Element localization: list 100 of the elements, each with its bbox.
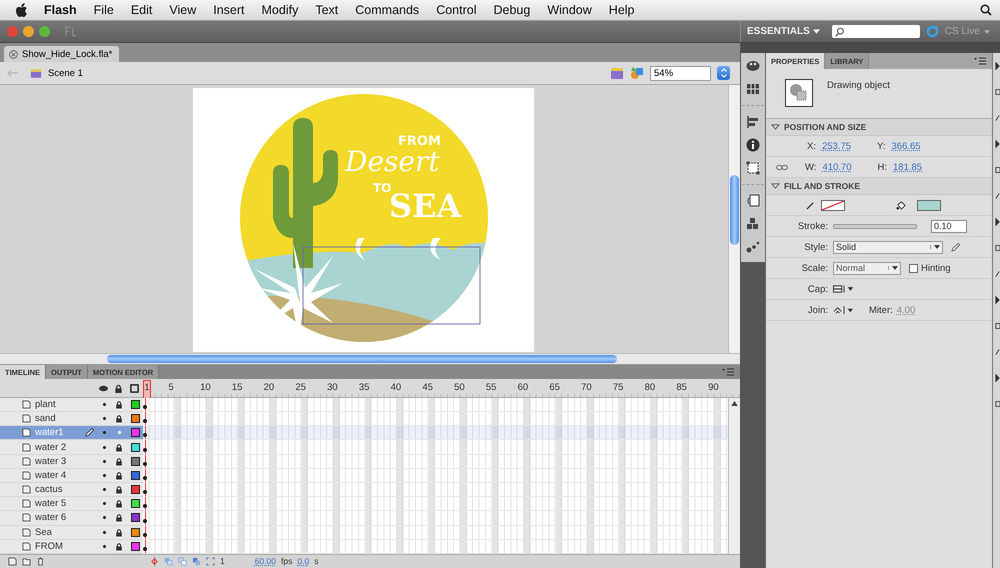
help-search-field[interactable]	[832, 25, 920, 38]
tool-icon[interactable]	[995, 347, 1000, 357]
scroll-up-arrow-icon[interactable]	[731, 400, 738, 406]
tool-icon[interactable]	[995, 321, 1000, 331]
section-header[interactable]: POSITION AND SIZE	[766, 119, 992, 136]
visibility-dot[interactable]	[103, 530, 106, 534]
lock-icon[interactable]	[115, 485, 123, 494]
align-icon[interactable]	[746, 115, 760, 129]
join-dropdown[interactable]	[833, 306, 855, 314]
hinting-checkbox[interactable]	[909, 264, 918, 272]
keyframe[interactable]	[143, 490, 147, 494]
tool-icon[interactable]	[995, 295, 1000, 305]
edit-scene-icon[interactable]	[610, 66, 624, 80]
fill-color-swatch[interactable]	[917, 200, 941, 210]
menu-item[interactable]: Commands	[355, 3, 420, 17]
visibility-dot[interactable]	[103, 516, 106, 520]
visibility-dot[interactable]	[103, 544, 106, 548]
transform-icon[interactable]	[746, 161, 760, 175]
layer-color-swatch[interactable]	[131, 513, 140, 522]
outline-icon[interactable]	[130, 384, 139, 394]
visibility-dot[interactable]	[103, 446, 106, 449]
scene-label[interactable]: Scene 1	[48, 68, 83, 78]
layer-color-swatch[interactable]	[131, 499, 140, 508]
menu-item[interactable]: File	[94, 3, 114, 17]
menu-item[interactable]: Control	[436, 3, 476, 17]
lock-icon[interactable]	[115, 456, 123, 466]
new-layer-icon[interactable]	[8, 556, 17, 566]
layer-color-swatch[interactable]	[131, 400, 140, 410]
tool-icon[interactable]	[995, 399, 1000, 409]
layer-color-swatch[interactable]	[131, 485, 140, 494]
width-value[interactable]: 410.70	[822, 162, 852, 172]
document-tab[interactable]: Show_Hide_Lock.fla*	[4, 46, 120, 62]
stroke-color-swatch[interactable]	[821, 200, 845, 210]
tool-icon[interactable]	[995, 61, 1000, 71]
dots-icon[interactable]	[746, 240, 760, 254]
zoom-field[interactable]: 54%	[650, 66, 711, 80]
unlocked-dot[interactable]	[118, 431, 121, 434]
keyframe[interactable]	[143, 462, 147, 466]
lock-icon[interactable]	[115, 400, 123, 410]
lock-icon[interactable]	[115, 528, 123, 537]
section-header[interactable]: FILL AND STROKE	[766, 178, 992, 195]
menu-item[interactable]: Modify	[262, 3, 298, 17]
layer-row[interactable]: Sea	[0, 526, 143, 540]
vertical-scrollbar[interactable]	[728, 398, 740, 554]
keyframe[interactable]	[143, 433, 147, 438]
close-icon[interactable]	[9, 50, 18, 58]
tool-icon[interactable]	[995, 87, 1000, 97]
minimize-button[interactable]	[23, 26, 34, 37]
layer-color-swatch[interactable]	[131, 528, 140, 537]
layer-color-swatch[interactable]	[131, 456, 140, 466]
trash-icon[interactable]	[36, 556, 45, 566]
layer-color-swatch[interactable]	[131, 428, 140, 438]
workspace-switcher[interactable]: ESSENTIALS	[740, 21, 826, 42]
tool-icon[interactable]	[995, 191, 1000, 201]
current-frame[interactable]: 1	[220, 556, 225, 566]
layer-color-swatch[interactable]	[131, 470, 140, 480]
scale-dropdown[interactable]: Normal	[833, 262, 901, 274]
markers-icon[interactable]	[206, 556, 215, 566]
panel-menu-icon[interactable]	[974, 57, 986, 65]
folder-icon[interactable]	[22, 556, 31, 566]
cubes-icon[interactable]	[746, 217, 760, 231]
info-icon[interactable]	[746, 138, 760, 152]
layer-row[interactable]: water 3	[0, 454, 143, 469]
visibility-dot[interactable]	[103, 488, 106, 492]
lock-icon[interactable]	[115, 414, 123, 424]
layer-row[interactable]: water 4	[0, 468, 143, 483]
keyframe[interactable]	[143, 532, 147, 537]
panel-menu-icon[interactable]	[722, 368, 734, 376]
tool-icon[interactable]	[995, 113, 1000, 123]
edit-frames-icon[interactable]	[192, 556, 201, 566]
swatches-icon[interactable]	[746, 82, 760, 96]
style-dropdown[interactable]: Solid	[833, 240, 943, 254]
menu-item[interactable]: Debug	[493, 3, 530, 17]
lock-proportions-icon[interactable]	[776, 162, 788, 172]
y-value[interactable]: 366.65	[892, 140, 921, 152]
keyframe[interactable]	[143, 476, 147, 480]
menu-item[interactable]: Edit	[130, 3, 152, 17]
lock-icon[interactable]	[115, 513, 123, 522]
menu-item[interactable]: View	[169, 3, 196, 17]
stroke-field[interactable]: 0.10	[931, 220, 967, 232]
keyframe[interactable]	[143, 419, 147, 424]
keyframe[interactable]	[143, 504, 147, 508]
pencil-icon[interactable]	[951, 242, 960, 252]
app-menu[interactable]: Flash	[44, 3, 77, 17]
keyframe[interactable]	[143, 448, 147, 452]
lock-icon[interactable]	[115, 499, 123, 508]
search-icon[interactable]	[980, 4, 992, 16]
menu-item[interactable]: Window	[547, 3, 592, 17]
horizontal-scrollbar[interactable]	[0, 353, 740, 365]
selection-box[interactable]	[302, 246, 480, 324]
layer-row[interactable]: cactus	[0, 482, 143, 498]
tool-icon[interactable]	[995, 373, 1000, 383]
keyframe[interactable]	[143, 405, 147, 410]
height-value[interactable]: 181.85	[893, 162, 922, 172]
visibility-dot[interactable]	[103, 431, 106, 434]
tool-icon[interactable]	[995, 165, 1000, 175]
layer-color-swatch[interactable]	[131, 542, 140, 551]
tool-icon[interactable]	[995, 139, 1000, 149]
playhead[interactable]: 1	[143, 380, 151, 400]
keyframe[interactable]	[143, 546, 147, 551]
